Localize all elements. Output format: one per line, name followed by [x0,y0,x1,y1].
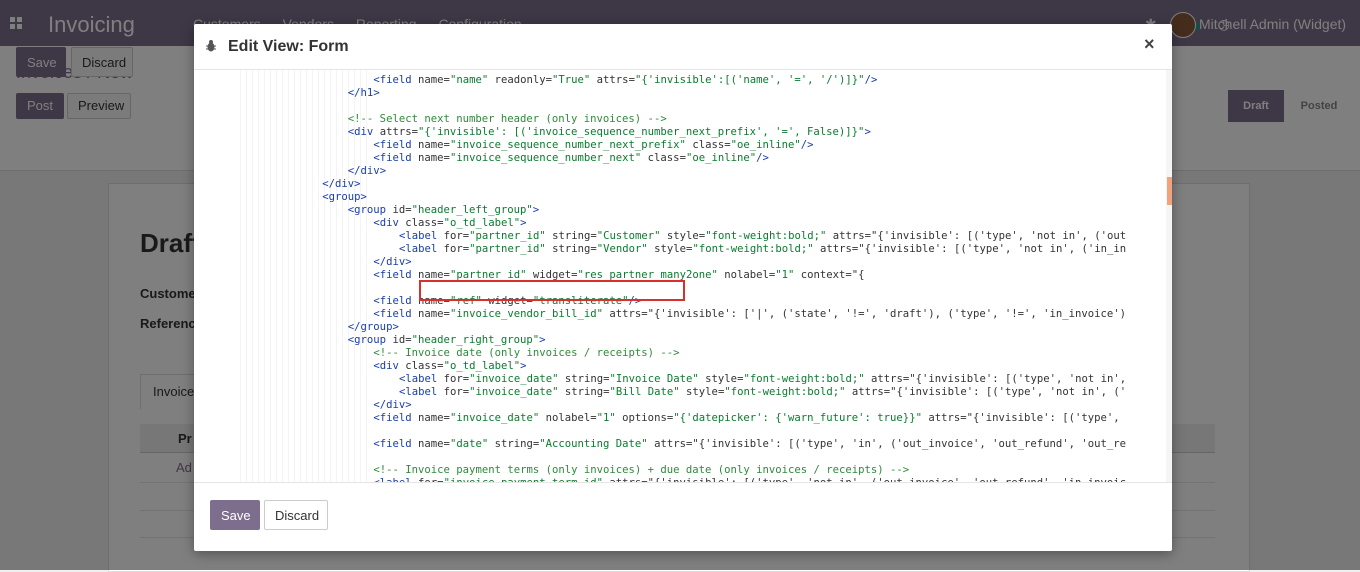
code-line[interactable]: </div> [348,165,386,178]
code-line[interactable]: <field name="invoice_sequence_number_nex… [373,152,769,165]
close-icon[interactable]: × [1144,34,1155,55]
code-line[interactable]: <group id="header_right_group"> [348,334,546,347]
code-line[interactable]: <field name="name" readonly="True" attrs… [373,74,877,87]
code-line[interactable]: <!-- Select next number header (only inv… [348,113,667,126]
code-line[interactable]: <div class="o_td_label"> [373,217,526,230]
code-line[interactable]: <field name="invoice_date" nolabel="1" o… [373,412,1119,425]
code-line[interactable]: </group> [348,321,399,334]
code-line[interactable]: <group id="header_left_group"> [348,204,539,217]
code-line[interactable]: <field name="invoice_vendor_bill_id" att… [373,308,1126,321]
dialog-header: Edit View: Form × [194,24,1172,70]
dialog-title: Edit View: Form [228,38,349,55]
code-line[interactable]: <field name="invoice_sequence_number_nex… [373,139,813,152]
code-line[interactable]: <field name="date" string="Accounting Da… [373,438,1126,451]
code-line[interactable]: </div> [373,399,411,412]
scrollbar-thumb[interactable] [1167,177,1172,205]
bug-icon [206,40,216,52]
code-line[interactable]: <label for="partner_id" string="Vendor" … [399,243,1126,256]
dialog-save-button[interactable]: Save [210,500,260,530]
dialog-body: <field name="name" readonly="True" attrs… [194,70,1172,482]
scrollbar-track[interactable] [1166,70,1172,482]
code-line[interactable]: <div class="o_td_label"> [373,360,526,373]
code-line[interactable]: <label for="invoice_date" string="Bill D… [399,386,1126,399]
code-line[interactable]: <!-- Invoice date (only invoices / recei… [373,347,679,360]
edit-view-dialog: Edit View: Form × <field name="name" rea… [194,24,1172,551]
code-line[interactable]: <div attrs="{'invisible': [('invoice_seq… [348,126,871,139]
code-line[interactable]: <label for="invoice_date" string="Invoic… [399,373,1126,386]
highlight-box [419,280,685,301]
dialog-discard-button[interactable]: Discard [264,500,328,530]
code-line[interactable]: <group> [322,191,367,204]
code-line[interactable]: <label for="partner_id" string="Customer… [399,230,1126,243]
code-line[interactable]: </h1> [348,87,380,100]
code-line[interactable]: <!-- Invoice payment terms (only invoice… [373,464,909,477]
code-line[interactable]: </div> [322,178,360,191]
xml-code-editor[interactable]: <field name="name" readonly="True" attrs… [194,70,1129,482]
code-line[interactable]: </div> [373,256,411,269]
dialog-footer: Save Discard [194,482,1172,552]
